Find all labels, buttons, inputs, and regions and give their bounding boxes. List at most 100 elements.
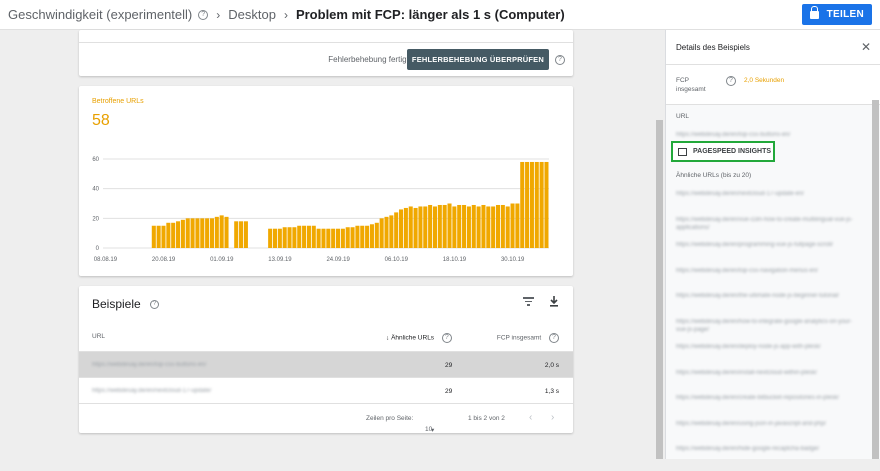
help-icon[interactable]: ? [726,76,736,86]
rows-per-page-label: Zeilen pro Seite: [366,415,414,422]
chart-bar [418,206,423,248]
divider [79,42,573,43]
chart-bar [481,204,486,248]
chart-bar [306,225,311,248]
chart-bar [515,203,520,248]
similar-url-item[interactable]: https://webdesay.de/en/nextcloud-17-upda… [676,190,861,216]
chart-bar [297,225,302,248]
similar-url-item[interactable]: https://webdesay.de/en/deploy-node-js-ap… [676,343,861,369]
column-similar-label: Ähnliche URLs [391,334,435,342]
x-tick-label: 20.08.19 [152,257,176,263]
chart-bar [534,161,539,248]
chart-bar [176,221,181,248]
y-tick-label: 0 [96,246,100,252]
help-icon[interactable]: ? [555,55,565,65]
table-header: URL ↓ Ähnliche URLs ? FCP insgesamt ? [79,324,573,351]
chart-bar [239,221,244,248]
chart-bar [495,204,501,248]
chart-bar [166,222,171,248]
chart-bar [428,204,433,248]
chart-bar [190,218,195,248]
breadcrumb-speed[interactable]: Geschwindigkeit (experimentell) [8,7,192,22]
column-similar-urls[interactable]: ↓ Ähnliche URLs ? [386,333,452,343]
chart-bar [399,209,404,248]
chart-bar [335,228,341,248]
download-icon[interactable] [549,296,559,307]
chart-bar [277,228,282,248]
row-fcp: 2,0 s [544,362,559,369]
chart-bar [442,204,447,248]
open-in-icon [678,147,687,156]
row-similar: 29 [445,388,453,395]
chart-bar [365,225,370,248]
chart-bar [452,206,457,248]
validate-fix-button[interactable]: FEHLERBEHEBUNG ÜBERPRÜFEN [406,49,549,70]
chart-bar [525,161,530,248]
chart-bar [243,221,248,248]
similar-url-item[interactable]: https://webdesay.de/en/hide-google-recap… [676,445,861,471]
help-icon[interactable]: ? [549,333,559,343]
chart-bar [389,215,394,248]
share-button[interactable]: TEILEN [801,4,872,25]
help-icon[interactable]: ? [150,300,160,310]
chart-bar [471,204,476,248]
chart-bar [476,206,481,248]
chart-bar [413,207,418,248]
help-icon[interactable]: ? [198,9,209,20]
similar-url-item[interactable]: https://webdesay.de/en/the-ultimate-node… [676,292,861,318]
chart-bar [287,227,292,248]
similar-url-item[interactable]: https://webdesay.de/en/top-css-navigatio… [676,267,861,293]
chart-bar [180,219,185,248]
chart-bar [457,204,462,248]
chart-bar [311,225,316,248]
affected-urls-chart: 60 40 20 0 08.08.19 20.08.19 01.09.19 13.09.19 2… [92,157,549,263]
chart-bar [355,225,360,248]
filter-icon[interactable] [523,297,534,306]
x-tick-label: 18.10.19 [443,257,467,263]
pagespeed-insights-button[interactable]: PAGESPEED INSIGHTS [671,141,775,162]
panel-header: Details des Beispiels ✕ [666,30,880,65]
similar-url-item[interactable]: https://webdesay.de/en/how-to-integrate-… [676,318,861,344]
chevron-right-icon: › [216,7,221,22]
similar-url-item[interactable]: https://webdesay.de/en/install-nextcloud… [676,369,861,395]
chart-bar [205,218,210,248]
chart-bar [394,212,399,248]
examples-card: Beispiele ? URL ↓ Ähnliche URLs ? FCP in… [79,286,573,434]
similar-url-item[interactable]: https://webdesay.de/en/create-bitbucket-… [676,394,861,420]
chart-bar [491,206,496,248]
validation-card: Fehlerbehebung fertig? FEHLERBEHEBUNG ÜB… [79,30,573,76]
table-row[interactable]: https://webdesay.de/en/nextcloud-17-upda… [79,377,573,404]
chart-bar [171,222,176,248]
chart-bar [510,203,515,248]
fcp-value: 2,0 Sekunden [744,77,785,84]
panel-scrollbar[interactable] [872,100,879,459]
chart-bar [437,204,442,248]
row-url: https://webdesay.de/en/nextcloud-17-upda… [92,388,212,394]
next-page-icon[interactable]: › [551,412,554,423]
chart-card: Betroffene URLs 58 60 40 20 0 08.08.19 20.08.… [79,86,573,276]
chart-bar [447,203,452,248]
similar-url-item[interactable]: https://webdesay.de/en/programming-vue-j… [676,241,861,267]
sort-arrow-icon: ↓ [386,334,390,342]
similar-url-item[interactable]: https://webdesay.de/en/using-json-in-jav… [676,420,861,446]
chevron-right-icon: › [283,7,288,22]
column-fcp[interactable]: FCP insgesamt ? [497,333,559,343]
prev-page-icon[interactable]: ‹ [529,412,532,423]
chart-bar [408,206,413,248]
similar-url-item[interactable]: https://webdesay.de/en/vue-i18n-how-to-c… [676,216,861,242]
chart-bar [539,161,544,248]
chart-bar [209,218,214,248]
main-scrollbar[interactable] [656,120,663,459]
similar-urls-list: https://webdesay.de/en/nextcloud-17-upda… [676,190,861,471]
fcp-label-line2: insgesamt [676,86,706,93]
similar-urls-heading: Ähnliche URLs (bis zu 20) [676,172,752,179]
details-panel: Details des Beispiels ✕ FCP insgesamt ? … [665,30,880,459]
chart-bar [151,225,156,248]
close-icon[interactable]: ✕ [861,41,871,53]
breadcrumb-desktop[interactable]: Desktop [228,7,276,22]
table-row[interactable]: https://webdesay.de/en/top-css-buttons-e… [79,351,573,378]
column-url[interactable]: URL [92,333,105,340]
url-value[interactable]: https://webdesay.de/en/top-css-buttons-e… [676,132,790,138]
help-icon[interactable]: ? [441,333,452,343]
lock-icon [809,5,819,19]
